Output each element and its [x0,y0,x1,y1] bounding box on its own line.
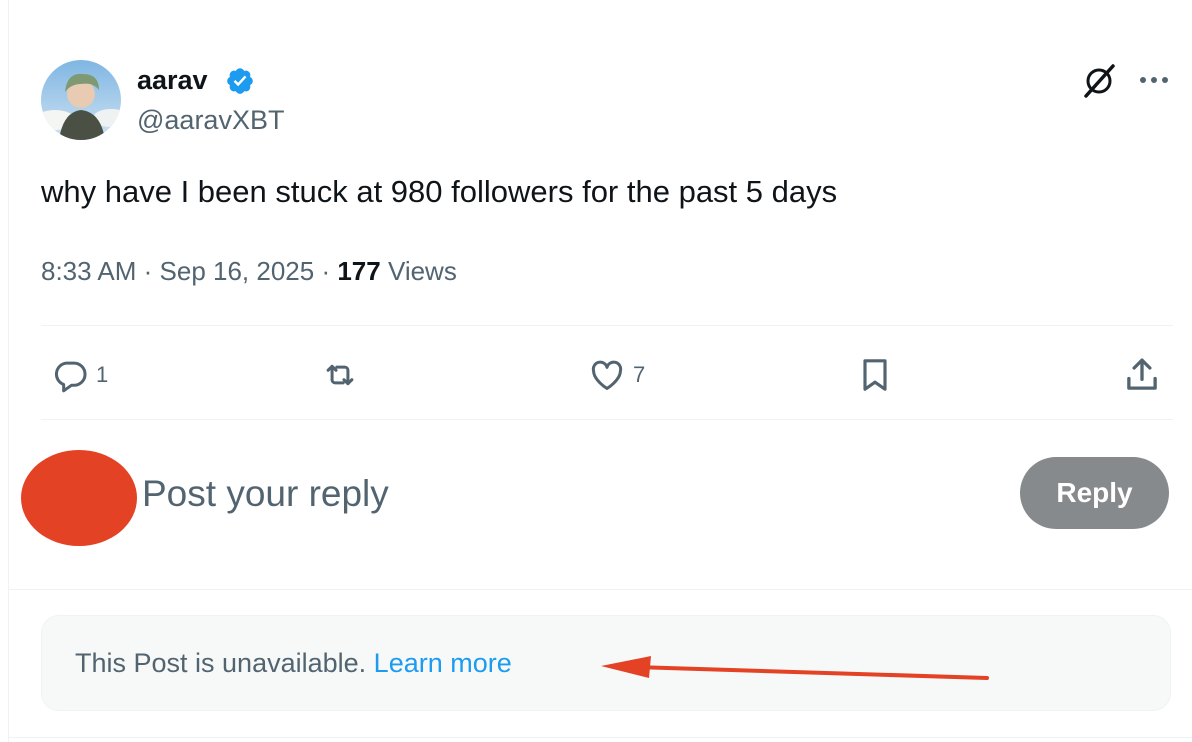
bottom-divider [8,737,1192,738]
author-avatar[interactable] [41,60,121,140]
tweet-meta: 8:33 AM · Sep 16, 2025 · 177 Views [41,256,457,286]
like-icon [591,360,623,390]
reply-button[interactable]: Reply [1020,457,1169,529]
like-action[interactable]: 7 [587,356,645,394]
share-icon [1127,358,1157,390]
bookmark-action[interactable] [855,354,895,396]
like-count: 7 [633,362,646,387]
left-border [8,0,9,742]
retweet-icon [326,364,354,386]
grok-icon[interactable] [1080,62,1118,100]
reply-avatar-redacted [21,450,137,546]
author-display-name[interactable]: aarav [137,64,208,96]
verified-badge-icon [225,66,255,96]
section-divider [8,589,1192,590]
share-action[interactable] [1121,354,1163,396]
views-label: Views [387,256,457,286]
unavailable-text: This Post is unavailable. Learn more [75,646,512,680]
red-arrow-annotation [601,656,989,680]
author-handle[interactable]: @aaravXBT [137,104,284,136]
reply-icon [54,361,87,393]
views-count: 177 [337,256,381,286]
bookmark-icon [863,359,887,391]
reply-action[interactable]: 1 [50,356,108,394]
learn-more-link[interactable]: Learn more [374,648,512,678]
notice-message: This Post is unavailable. [75,648,367,678]
divider-bottom [41,419,1173,420]
reply-input[interactable]: Post your reply [142,472,389,516]
tweet-date[interactable]: Sep 16, 2025 [160,256,315,286]
reply-count: 1 [96,362,109,387]
more-icon[interactable] [1136,66,1172,94]
divider-top [41,325,1173,326]
tweet-time[interactable]: 8:33 AM [41,256,136,286]
tweet-text: why have I been stuck at 980 followers f… [41,174,838,209]
retweet-action[interactable] [317,356,369,394]
